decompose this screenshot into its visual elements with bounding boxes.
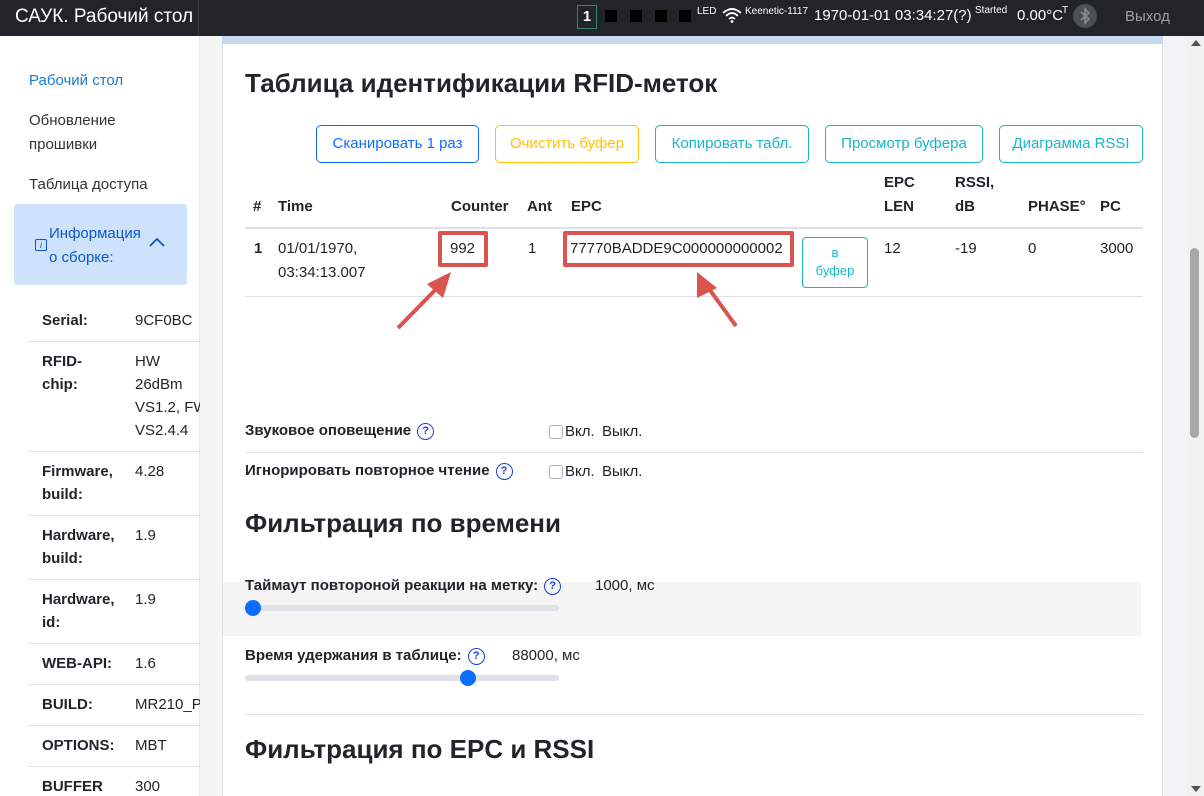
- row-rssi: -19: [955, 240, 977, 257]
- scan-once-button[interactable]: Сканировать 1 раз: [316, 125, 479, 163]
- sound-on-label: Вкл.: [565, 423, 595, 440]
- timeout-value: 1000, мс: [595, 577, 655, 594]
- col-header-rssi: RSSI, dB: [955, 174, 995, 215]
- led-label: LED: [697, 6, 717, 17]
- info-row: Hardware, build: 1.9: [28, 516, 218, 580]
- temperature-sup: T: [1062, 5, 1069, 16]
- col-header-time: Time: [278, 198, 313, 215]
- col-header-pc: PC: [1100, 198, 1121, 215]
- info-row: OPTIONS: MBT: [28, 726, 218, 767]
- col-header-counter: Counter: [451, 198, 509, 215]
- clear-buffer-button[interactable]: Очистить буфер: [495, 125, 639, 163]
- bluetooth-icon[interactable]: [1073, 4, 1097, 28]
- epc-filter-title: Фильтрация по EPC и RSSI: [245, 734, 595, 764]
- row-pc: 3000: [1100, 240, 1134, 257]
- col-header-num: #: [253, 198, 262, 215]
- timeout-label: Таймаут повтороной реакции на метку:?: [245, 577, 562, 595]
- info-row: Hardware, id: 1.9: [28, 580, 218, 644]
- section-divider: [245, 714, 1143, 715]
- slot-indicator: [605, 10, 617, 22]
- build-info-accordion[interactable]: i Информация о сборке:: [14, 204, 187, 285]
- slot-indicator: [679, 10, 691, 22]
- slot-indicator: [630, 10, 642, 22]
- row-time: 01/01/1970, 03:34:13.007: [278, 240, 366, 281]
- info-row: RFID-chip: HW 26dBm VS1.2, FW VS2.4.4: [28, 342, 218, 452]
- timeout-slider-thumb[interactable]: [245, 600, 261, 616]
- main-content: Таблица идентификации RFID-меток Сканиро…: [222, 36, 1188, 796]
- build-info-label: Информация о сборке:: [49, 225, 141, 266]
- scroll-up-icon[interactable]: [1191, 40, 1201, 46]
- ignore-on-label: Вкл.: [565, 463, 595, 480]
- settings-divider: [245, 452, 1143, 453]
- top-navbar: САУК. Рабочий стол 1 LED Keenetic-1117 1…: [0, 0, 1204, 36]
- info-icon: i: [35, 239, 47, 251]
- row-epc-len: 12: [884, 240, 901, 257]
- hold-time-value: 88000, мс: [512, 647, 580, 664]
- info-row: Serial: 9CF0BC: [28, 301, 218, 342]
- sidebar: Рабочий стол Обновление прошивки Таблица…: [0, 36, 218, 796]
- build-info-table: Serial: 9CF0BC RFID-chip: HW 26dBm VS1.2, …: [28, 301, 218, 796]
- help-icon[interactable]: ?: [467, 648, 485, 665]
- sidebar-item-desktop[interactable]: Рабочий стол: [29, 69, 123, 93]
- ignore-repeat-checkbox[interactable]: [549, 465, 563, 479]
- sidebar-item-access-table[interactable]: Таблица доступа: [29, 173, 148, 197]
- copy-table-button[interactable]: Копировать табл.: [655, 125, 809, 163]
- scroll-down-icon[interactable]: [1191, 786, 1201, 792]
- hold-time-slider-thumb[interactable]: [459, 670, 476, 686]
- help-icon[interactable]: ?: [544, 578, 562, 595]
- hold-time-slider[interactable]: [245, 675, 559, 681]
- col-header-phase: PHASE°: [1028, 198, 1086, 215]
- datetime: 1970-01-01 03:34:27(?): [814, 7, 972, 24]
- rssi-chart-button[interactable]: Диаграмма RSSI: [999, 125, 1143, 163]
- ignore-repeat-label: Игнорировать повторное чтение?: [245, 462, 513, 480]
- hold-time-label: Время удержания в таблице:?: [245, 647, 485, 665]
- col-header-ant: Ant: [527, 198, 552, 215]
- info-row: WEB-API: 1.6: [28, 644, 218, 685]
- logout-link[interactable]: Выход: [1125, 8, 1170, 25]
- sound-alert-checkbox[interactable]: [549, 425, 563, 439]
- status-label: Started: [975, 5, 1008, 16]
- sidebar-item-firmware-update[interactable]: Обновление: [29, 109, 116, 133]
- wifi-icon: [722, 8, 742, 23]
- info-row: BUFFER 300: [28, 767, 218, 796]
- timeout-slider[interactable]: [245, 605, 559, 611]
- panel-header-strip: [222, 36, 1163, 44]
- rfid-panel: Таблица идентификации RFID-меток Сканиро…: [222, 44, 1163, 796]
- info-row: Firmware, build: 4.28: [28, 452, 218, 516]
- annotation-arrows-icon: [396, 272, 738, 330]
- row-ant: 1: [528, 240, 537, 257]
- sidebar-item-firmware-update[interactable]: прошивки: [29, 133, 97, 157]
- help-icon[interactable]: ?: [417, 423, 435, 440]
- scrollbar-thumb[interactable]: [1190, 248, 1199, 438]
- wifi-name: Keenetic-1117: [745, 6, 809, 17]
- page-scrollbar[interactable]: [1188, 36, 1204, 796]
- view-buffer-button[interactable]: Просмотр буфера: [825, 125, 983, 163]
- sound-off-label: Выкл.: [602, 423, 643, 440]
- sidebar-gutter: [200, 36, 222, 796]
- col-header-epc-len: EPC LEN: [884, 174, 915, 215]
- temperature: 0.00°C: [1017, 7, 1064, 24]
- chevron-up-icon: [149, 237, 165, 247]
- col-header-epc: EPC: [571, 198, 602, 215]
- to-buffer-button[interactable]: в буфер: [802, 237, 868, 288]
- navbar-divider: [198, 0, 199, 36]
- page-title: Таблица идентификации RFID-меток: [245, 68, 718, 98]
- sound-alert-label: Звуковое оповещение?: [245, 422, 435, 440]
- row-phase: 0: [1028, 240, 1037, 257]
- table-header-divider: [245, 227, 1143, 229]
- info-row: BUILD: MR210_P1: [28, 685, 218, 726]
- ignore-off-label: Выкл.: [602, 463, 643, 480]
- slot-indicator-active: 1: [577, 5, 597, 29]
- slot-indicator: [655, 10, 667, 22]
- help-icon[interactable]: ?: [495, 463, 513, 480]
- time-filter-title: Фильтрация по времени: [245, 508, 561, 538]
- app-title[interactable]: САУК. Рабочий стол: [15, 6, 193, 28]
- row-num: 1: [254, 240, 263, 257]
